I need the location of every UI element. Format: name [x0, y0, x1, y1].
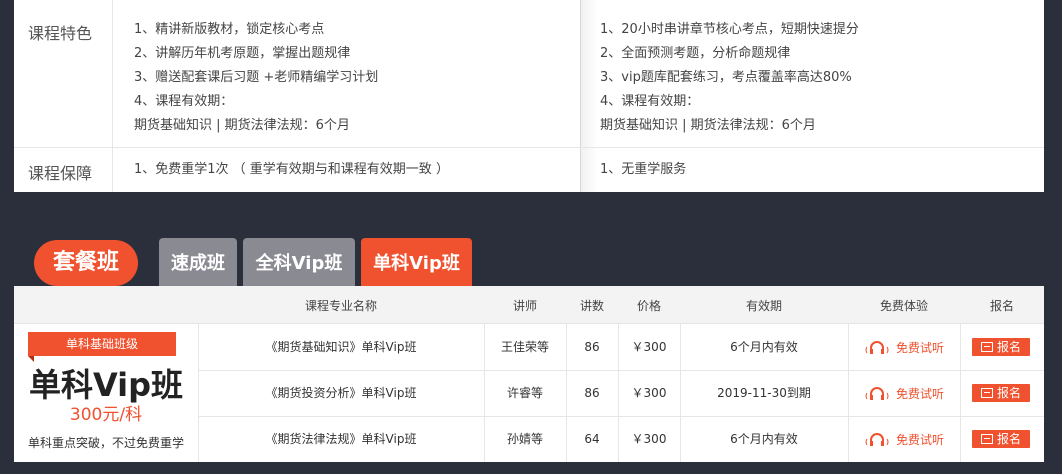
teacher: 孙婧等	[506, 432, 543, 446]
headphones-icon	[864, 339, 890, 355]
signup-button[interactable]: 报名	[972, 384, 1030, 402]
header-trial: 免费体验	[879, 299, 928, 313]
lessons: 86	[584, 340, 600, 354]
validity: 2019-11-30到期	[717, 386, 811, 400]
lessons: 86	[584, 386, 600, 400]
signup-button[interactable]: 报名	[972, 338, 1030, 356]
trial-label: 免费试听	[895, 432, 944, 447]
promo-note: 单科重点突破，不过免费重学	[27, 436, 184, 450]
trial-label: 免费试听	[895, 386, 944, 401]
feature-item: 2、讲解历年机考原题，掌握出题规律	[134, 46, 351, 61]
header-validity: 有效期	[745, 299, 782, 313]
form-icon	[980, 342, 993, 352]
header-price: 价格	[636, 299, 661, 313]
free-trial-link[interactable]: 免费试听	[848, 416, 960, 462]
form-icon	[980, 388, 993, 398]
guarantee-right: 1、无重学服务	[600, 162, 687, 177]
table-header: 课程专业名称 讲师 讲数 价格 有效期 免费体验 报名	[14, 286, 1044, 324]
package-tab-label[interactable]: 套餐班	[34, 240, 138, 286]
feature-item: 4、课程有效期：	[134, 94, 234, 109]
row-label-features: 课程特色	[28, 24, 93, 43]
promo-price: 300元/科	[69, 405, 143, 425]
feature-item: 期货基础知识 | 期货法律法规：6个月	[600, 118, 816, 133]
teacher: 许睿等	[506, 386, 543, 400]
course-name[interactable]: 《期货法律法规》单科Vip班	[198, 416, 484, 462]
course-table: 课程专业名称 讲师 讲数 价格 有效期 免费体验 报名 单科基础班级 单科Vip…	[14, 286, 1044, 462]
divider	[112, 0, 113, 192]
feature-item: 1、20小时串讲章节核心考点，短期快速提分	[600, 22, 859, 37]
signup-button[interactable]: 报名	[972, 430, 1030, 448]
feature-list-right: 1、20小时串讲章节核心考点，短期快速提分 2、全面预测考题，分析命题规律 3、…	[600, 18, 859, 138]
teacher: 王佳荣等	[500, 340, 549, 354]
course-name[interactable]: 《期货基础知识》单科Vip班	[198, 324, 484, 370]
tab-single-vip[interactable]: 单科Vip班	[361, 238, 472, 286]
trial-label: 免费试听	[895, 340, 944, 355]
feature-item: 3、vip题库配套练习，考点覆盖率高达80%	[600, 70, 852, 85]
course-comparison-card: 课程特色 课程保障 1、精讲新版教材，锁定核心考点 2、讲解历年机考原题，掌握出…	[14, 0, 1044, 192]
divider	[14, 147, 1044, 148]
feature-item: 1、精讲新版教材，锁定核心考点	[134, 22, 325, 37]
tab-full-vip[interactable]: 全科Vip班	[243, 238, 355, 286]
feature-item: 期货基础知识 | 期货法律法规：6个月	[134, 118, 350, 133]
feature-item: 4、课程有效期：	[600, 94, 700, 109]
feature-item: 2、全面预测考题，分析命题规律	[600, 46, 791, 61]
signup-label: 报名	[996, 340, 1021, 354]
price: ￥300	[631, 386, 667, 400]
row-label-guarantee: 课程保障	[28, 164, 93, 183]
form-icon	[980, 434, 993, 444]
tab-express[interactable]: 速成班	[159, 238, 237, 286]
header-lessons: 讲数	[579, 299, 604, 313]
course-name[interactable]: 《期货投资分析》单科Vip班	[198, 370, 484, 416]
feature-item: 3、赠送配套课后习题 +老师精编学习计划	[134, 70, 379, 85]
header-course-name: 课程专业名称	[304, 299, 377, 313]
validity: 6个月内有效	[730, 432, 798, 446]
lessons: 64	[584, 432, 600, 446]
free-trial-link[interactable]: 免费试听	[848, 324, 960, 370]
level-badge: 单科基础班级	[28, 332, 176, 362]
header-signup: 报名	[989, 299, 1014, 313]
column-shadow	[580, 0, 598, 192]
price: ￥300	[631, 340, 667, 354]
signup-label: 报名	[996, 432, 1021, 446]
free-trial-link[interactable]: 免费试听	[848, 370, 960, 416]
price: ￥300	[631, 432, 667, 446]
validity: 6个月内有效	[730, 340, 798, 354]
guarantee-left: 1、免费重学1次 （ 重学有效期与和课程有效期一致 ）	[134, 162, 449, 177]
headphones-icon	[864, 385, 890, 401]
headphones-icon	[864, 431, 890, 447]
signup-label: 报名	[996, 386, 1021, 400]
header-teacher: 讲师	[512, 299, 537, 313]
feature-list-left: 1、精讲新版教材，锁定核心考点 2、讲解历年机考原题，掌握出题规律 3、赠送配套…	[134, 18, 378, 138]
col-divider	[960, 324, 961, 462]
